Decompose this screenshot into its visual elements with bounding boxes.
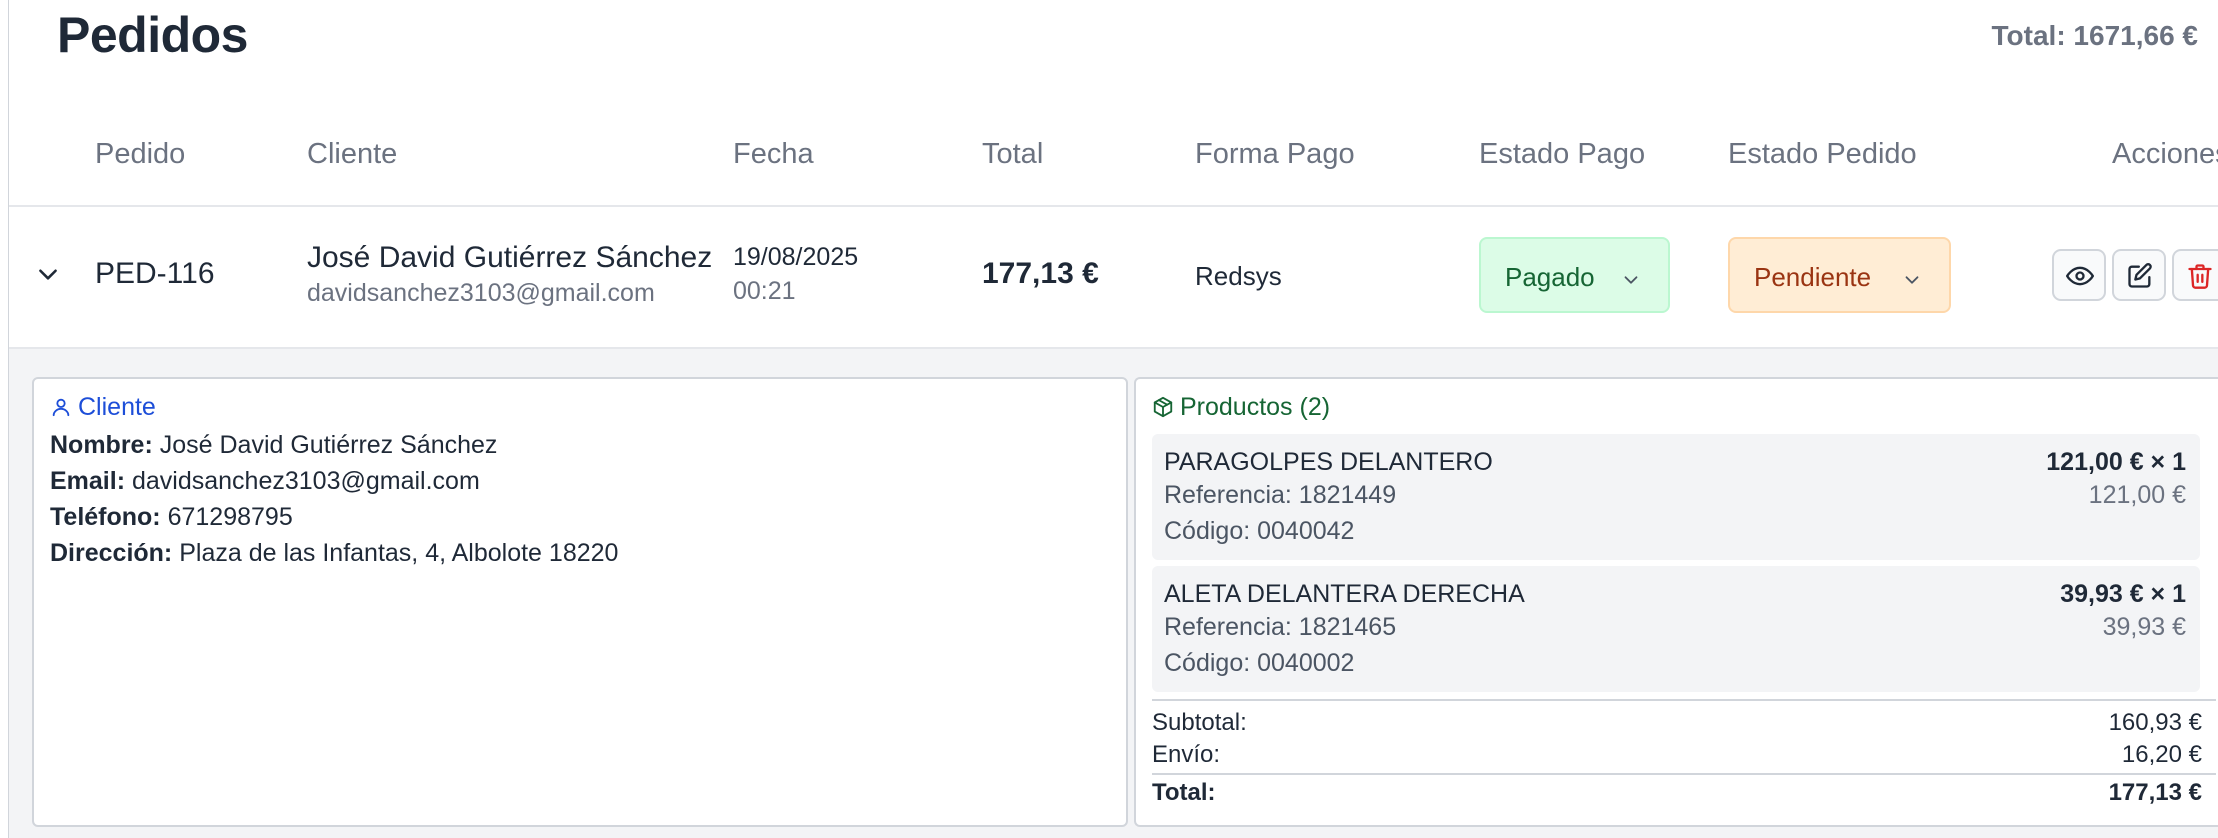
payment-status-select[interactable]: Pagado [1479,237,1670,313]
subtotal-label: Subtotal: [1152,709,1247,736]
column-header-acciones: Acciones [2112,138,2218,170]
product-code: Código: 0040042 [1164,517,1355,545]
edit-order-button[interactable] [2112,249,2166,301]
chevron-down-icon[interactable] [35,261,61,287]
client-name: José David Gutiérrez Sánchez [307,241,713,274]
product-line-total: 39,93 € [2102,613,2186,641]
field-label: Dirección: [50,539,173,567]
order-details: Cliente Nombre: José David Gutiérrez Sán… [9,349,2218,838]
table-header: Pedido Cliente Fecha Total Forma Pago Es… [9,128,2218,207]
user-icon [50,393,78,421]
product-price-qty: 121,00 € × 1 [2046,448,2186,476]
column-header-pedido[interactable]: Pedido [95,138,185,171]
client-name-field: Nombre: José David Gutiérrez Sánchez [50,431,497,460]
list-item: PARAGOLPES DELANTERO Referencia: 1821449… [1152,434,2200,560]
page-title: Pedidos [57,7,248,63]
product-reference: Referencia: 1821449 [1164,481,1397,509]
order-total: 177,13 € [982,257,1099,290]
view-order-button[interactable] [2052,249,2106,301]
order-date: 19/08/2025 [733,243,859,271]
field-value: Plaza de las Infantas, 4, Albolote 18220 [179,539,619,567]
client-address-field: Dirección: Plaza de las Infantas, 4, Alb… [50,539,618,568]
client-panel: Cliente Nombre: José David Gutiérrez Sán… [32,377,1128,827]
field-value: davidsanchez3103@gmail.com [131,467,480,495]
list-item: ALETA DELANTERA DERECHA Referencia: 1821… [1152,566,2200,692]
field-label: Teléfono: [50,503,161,531]
total-label: Total: [1152,779,1216,806]
column-header-estado-pago[interactable]: Estado Pago [1479,138,1645,171]
table-row[interactable]: PED-116 José David Gutiérrez Sánchez dav… [9,207,2218,349]
orders-total: Total: 1671,66 € [1991,20,2198,51]
shipping-value: 16,20 € [2121,741,2202,768]
chevron-down-icon [1620,267,1642,289]
products-panel: Productos (2) PARAGOLPES DELANTERO Refer… [1134,377,2218,827]
payment-status-value: Pagado [1505,262,1595,292]
shipping-label: Envío: [1152,741,1221,768]
product-reference: Referencia: 1821465 [1164,613,1397,641]
orders-page: Pedidos Total: 1671,66 € Pedido Cliente … [0,0,2218,838]
products-panel-title: Productos (2) [1152,393,1330,422]
field-value: José David Gutiérrez Sánchez [159,431,498,459]
column-header-total[interactable]: Total [982,138,1043,171]
order-time: 00:21 [733,277,796,305]
order-status-value: Pendiente [1754,262,1872,292]
client-panel-title: Cliente [50,393,156,422]
field-label: Email: [50,467,126,495]
client-phone-field: Teléfono: 671298795 [50,503,293,532]
products-panel-title-text: Productos (2) [1180,393,1331,421]
product-line-total: 121,00 € [2088,481,2186,509]
column-header-estado-pedido[interactable]: Estado Pedido [1728,138,1917,171]
divider [1152,773,2216,775]
package-icon [1152,393,1180,421]
client-email-field: Email: davidsanchez3103@gmail.com [50,467,480,496]
order-id: PED-116 [95,257,215,290]
product-name: ALETA DELANTERA DERECHA [1164,580,1525,608]
field-label: Nombre: [50,431,153,459]
column-header-fecha[interactable]: Fecha [733,138,814,171]
column-header-forma-pago[interactable]: Forma Pago [1195,138,1355,171]
product-name: PARAGOLPES DELANTERO [1164,448,1493,476]
product-price-qty: 39,93 € × 1 [2060,580,2186,608]
chevron-down-icon [1901,267,1923,289]
divider [1152,699,2216,701]
total-value: 177,13 € [2108,779,2202,806]
payment-method: Redsys [1195,261,1282,291]
column-header-cliente[interactable]: Cliente [307,138,397,171]
delete-order-button[interactable] [2172,249,2218,301]
client-email: davidsanchez3103@gmail.com [307,279,655,307]
field-value: 671298795 [167,503,293,531]
order-status-select[interactable]: Pendiente [1728,237,1951,313]
subtotal-value: 160,93 € [2108,709,2202,736]
product-code: Código: 0040002 [1164,649,1355,677]
client-panel-title-text: Cliente [78,393,156,421]
